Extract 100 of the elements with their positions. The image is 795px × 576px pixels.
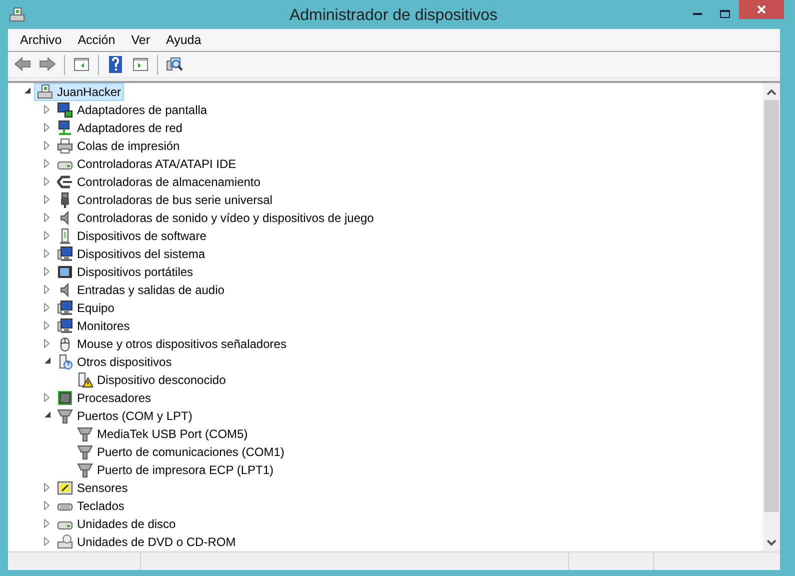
tree-item[interactable]: Otros dispositivos [54,353,175,371]
tree-item-label: Dispositivos del sistema [77,246,206,263]
expand-arrow-icon[interactable] [44,321,50,330]
storage-icon [57,174,73,190]
port-connector-icon [77,462,93,478]
computer-icon [37,84,53,100]
pane-toggle-icon [73,56,90,73]
tree-item[interactable]: Dispositivos de software [54,227,210,245]
monitor-icon [57,318,73,334]
tree-item[interactable]: Mouse y otros dispositivos señaladores [54,335,290,353]
collapse-arrow-icon[interactable] [24,87,31,94]
portable-device-icon [57,264,73,280]
expand-arrow-icon[interactable] [44,195,50,204]
tree-item[interactable]: Sensores [54,479,131,497]
expand-arrow-icon[interactable] [44,303,50,312]
tree-item[interactable]: Equipo [54,299,118,317]
tree-item[interactable]: Unidades de disco [54,515,179,533]
menu-item[interactable]: Ayuda [158,30,210,50]
tree-item[interactable]: Procesadores [54,389,154,407]
expand-arrow-icon[interactable] [44,249,50,258]
tree-item[interactable]: Puerto de comunicaciones (COM1) [74,443,288,461]
tree-item[interactable]: JuanHacker [34,83,124,101]
tree-item-label: Mouse y otros dispositivos señaladores [77,336,286,353]
port-connector-icon [57,408,73,424]
tree-item[interactable]: Controladoras ATA/ATAPI IDE [54,155,240,173]
tree-item-label: Puerto de comunicaciones (COM1) [97,444,284,461]
menu-item[interactable]: Archivo [12,30,70,50]
tree-item-label: Entradas y salidas de audio [77,282,224,299]
expand-arrow-icon[interactable] [44,159,50,168]
menu-item[interactable]: Ver [123,30,158,50]
tree-item-label: Puertos (COM y LPT) [77,408,192,425]
vertical-scrollbar[interactable] [763,83,780,551]
expand-arrow-icon[interactable] [44,393,50,402]
properties-pane-icon [132,56,149,73]
tree-item-label: Teclados [77,498,124,515]
expand-arrow-icon[interactable] [44,177,50,186]
tree-item-label: Colas de impresión [77,138,180,155]
tree-item[interactable]: Entradas y salidas de audio [54,281,228,299]
tree-item-label: Controladoras ATA/ATAPI IDE [77,156,236,173]
tree-item-label: MediaTek USB Port (COM5) [97,426,248,443]
tree-item[interactable]: Controladoras de bus serie universal [54,191,276,209]
tree-item-label: JuanHacker [57,84,122,101]
expand-arrow-icon[interactable] [44,123,50,132]
tree-item[interactable]: Adaptadores de red [54,119,186,137]
tree-item-label: Dispositivos de software [77,228,206,245]
printer-icon [57,138,73,154]
tree-item[interactable]: Colas de impresión [54,137,183,155]
expand-arrow-icon[interactable] [44,537,50,546]
tree-item[interactable]: Teclados [54,497,128,515]
expand-arrow-icon[interactable] [44,501,50,510]
expand-arrow-icon[interactable] [44,285,50,294]
tree-item-label: Controladoras de almacenamiento [77,174,260,191]
expand-arrow-icon[interactable] [44,213,50,222]
collapse-arrow-icon[interactable] [44,411,51,418]
expand-arrow-icon[interactable] [44,105,50,114]
tree-item[interactable]: Adaptadores de pantalla [54,101,210,119]
tree-item-label: Equipo [77,300,114,317]
tree-item[interactable]: MediaTek USB Port (COM5) [74,425,251,443]
expand-arrow-icon[interactable] [44,483,50,492]
sensor-icon [57,480,73,496]
computer-icon [9,6,25,22]
expand-arrow-icon[interactable] [44,141,50,150]
processor-icon [57,390,73,406]
tree-item-label: Procesadores [77,390,152,407]
monitor-icon [57,300,73,316]
close-icon [757,5,766,14]
tree-item-label: Dispositivo desconocido [97,372,226,389]
port-connector-icon [77,444,93,460]
network-icon [57,120,73,136]
window-title: Administrador de dispositivos [289,6,498,26]
close-button[interactable] [739,0,784,19]
scroll-up-icon[interactable] [767,88,776,94]
scrollbar-thumb[interactable] [764,100,779,512]
expand-arrow-icon[interactable] [44,339,50,348]
menu-item[interactable]: Acción [70,30,124,50]
monitor-card-icon [57,102,73,118]
help-icon [107,56,124,73]
tree-item[interactable]: Dispositivos portátiles [54,263,196,281]
tree-item-label: Monitores [77,318,130,335]
scan-hardware-icon [166,56,183,73]
tree-item-label: Puerto de impresora ECP (LPT1) [97,462,274,479]
back-arrow-icon [14,56,31,73]
disc-drive-icon [57,534,73,550]
minimize-icon [692,12,702,16]
tree-item[interactable]: Unidades de DVD o CD-ROM [54,533,239,551]
collapse-arrow-icon[interactable] [44,357,51,364]
expand-arrow-icon[interactable] [44,231,50,240]
expand-arrow-icon[interactable] [44,267,50,276]
forward-arrow-icon [39,56,56,73]
expand-arrow-icon[interactable] [44,519,50,528]
tree-item-label: Unidades de DVD o CD-ROM [77,534,236,551]
tree-item[interactable]: Controladoras de almacenamiento [54,173,264,191]
tree-item[interactable]: Dispositivos del sistema [54,245,208,263]
tree-item[interactable]: Monitores [54,317,133,335]
tree-item-label: Otros dispositivos [77,354,172,371]
tree-item[interactable]: Puerto de impresora ECP (LPT1) [74,461,277,479]
software-device-icon [57,228,73,244]
tree-item[interactable]: Dispositivo desconocido [74,371,229,389]
tree-item[interactable]: Puertos (COM y LPT) [54,407,196,425]
scroll-down-icon[interactable] [767,540,776,546]
